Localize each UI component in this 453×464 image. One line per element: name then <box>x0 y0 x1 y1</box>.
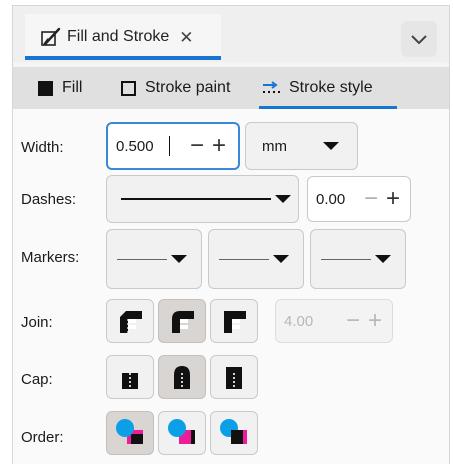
marker-preview <box>321 258 371 260</box>
order-label: Order: <box>21 429 64 446</box>
stroke-style-page: Width: 0.500 − + mm Dashes: 0.00 − + Mar… <box>13 109 449 464</box>
tab-stroke-paint[interactable]: Stroke paint <box>121 67 230 109</box>
miter-limit-increment-button[interactable]: + <box>364 309 386 333</box>
tab-fill[interactable]: Fill <box>38 67 82 109</box>
round-cap-icon <box>174 366 190 389</box>
dash-offset-decrement-button[interactable]: − <box>360 187 382 211</box>
dash-pattern-dropdown[interactable] <box>106 175 299 223</box>
round-join-button[interactable] <box>158 299 206 343</box>
chevron-down-icon <box>273 255 289 263</box>
solid-dash-preview <box>121 198 271 200</box>
chevron-down-icon <box>323 142 339 150</box>
text-cursor <box>169 136 170 156</box>
dash-offset-increment-button[interactable]: + <box>382 187 404 211</box>
unit-dropdown[interactable]: mm <box>245 122 358 170</box>
bevel-join-button[interactable] <box>106 299 154 343</box>
dock-menu-button[interactable] <box>401 21 437 57</box>
notebook-tabs: Fill Stroke paint Stroke style <box>13 67 449 109</box>
stroke-style-icon <box>263 81 280 93</box>
width-value[interactable]: 0.500 <box>108 138 169 155</box>
dock-tab-fill-and-stroke[interactable]: Fill and Stroke ✕ <box>25 14 221 60</box>
dock-tab-underline <box>25 56 221 60</box>
fill-stroke-markers-icon <box>116 419 143 444</box>
cap-label: Cap: <box>21 371 53 388</box>
fill-and-stroke-panel: Fill and Stroke ✕ Fill Stroke paint Stro… <box>12 5 450 464</box>
dash-offset-value[interactable]: 0.00 <box>308 191 360 208</box>
dock-header: Fill and Stroke ✕ <box>13 6 449 62</box>
butt-cap-icon <box>122 373 138 389</box>
markers-stroke-fill-icon <box>220 419 247 444</box>
width-spinbutton[interactable]: 0.500 − + <box>106 122 240 170</box>
miter-join-icon <box>224 311 246 333</box>
miter-limit-value[interactable]: 4.00 <box>276 313 342 330</box>
order-stroke-fill-button[interactable] <box>158 411 206 455</box>
chevron-down-icon <box>411 35 427 45</box>
chevron-down-icon <box>275 195 291 203</box>
order-markers-stroke-fill-button[interactable] <box>210 411 258 455</box>
close-icon[interactable]: ✕ <box>179 29 193 46</box>
filled-square-icon <box>38 80 53 96</box>
stroke-fill-icon <box>168 419 195 444</box>
width-increment-button[interactable]: + <box>208 134 230 158</box>
outline-square-icon <box>121 80 136 96</box>
square-cap-icon <box>226 367 242 389</box>
mid-marker-dropdown[interactable] <box>208 229 304 289</box>
butt-cap-button[interactable] <box>106 355 154 399</box>
round-join-icon <box>172 311 194 333</box>
fill-and-stroke-icon <box>41 27 61 46</box>
unit-value: mm <box>262 137 287 155</box>
start-marker-dropdown[interactable] <box>106 229 202 289</box>
tab-fill-label: Fill <box>62 79 83 96</box>
width-label: Width: <box>21 139 64 156</box>
marker-preview <box>117 258 167 260</box>
end-marker-dropdown[interactable] <box>310 229 406 289</box>
markers-label: Markers: <box>21 249 80 266</box>
join-label: Join: <box>21 314 53 331</box>
round-cap-button[interactable] <box>158 355 206 399</box>
dashes-label: Dashes: <box>21 191 77 208</box>
bevel-join-icon <box>120 311 142 333</box>
dock-tab-label: Fill and Stroke <box>67 28 170 45</box>
chevron-down-icon <box>375 255 391 263</box>
tab-stroke-paint-label: Stroke paint <box>145 79 231 96</box>
marker-preview <box>219 258 269 260</box>
order-fill-stroke-markers-button[interactable] <box>106 411 154 455</box>
miter-join-button[interactable] <box>210 299 258 343</box>
square-cap-button[interactable] <box>210 355 258 399</box>
tab-stroke-style-label: Stroke style <box>289 79 373 96</box>
miter-limit-spinbutton[interactable]: 4.00 − + <box>275 299 393 343</box>
miter-limit-decrement-button[interactable]: − <box>342 309 364 333</box>
tab-stroke-style[interactable]: Stroke style <box>259 67 397 109</box>
width-decrement-button[interactable]: − <box>186 134 208 158</box>
chevron-down-icon <box>171 255 187 263</box>
dash-offset-spinbutton[interactable]: 0.00 − + <box>307 176 411 222</box>
